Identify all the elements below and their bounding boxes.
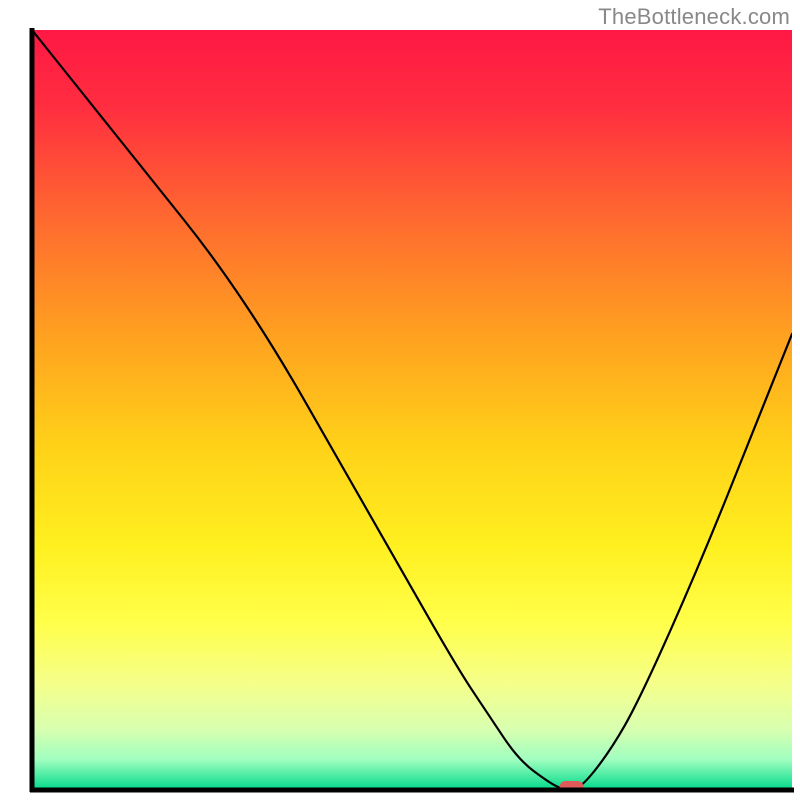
chart-container: TheBottleneck.com (0, 0, 800, 800)
bottleneck-chart (0, 0, 800, 800)
watermark-text: TheBottleneck.com (598, 4, 790, 30)
gradient-background (32, 30, 792, 790)
